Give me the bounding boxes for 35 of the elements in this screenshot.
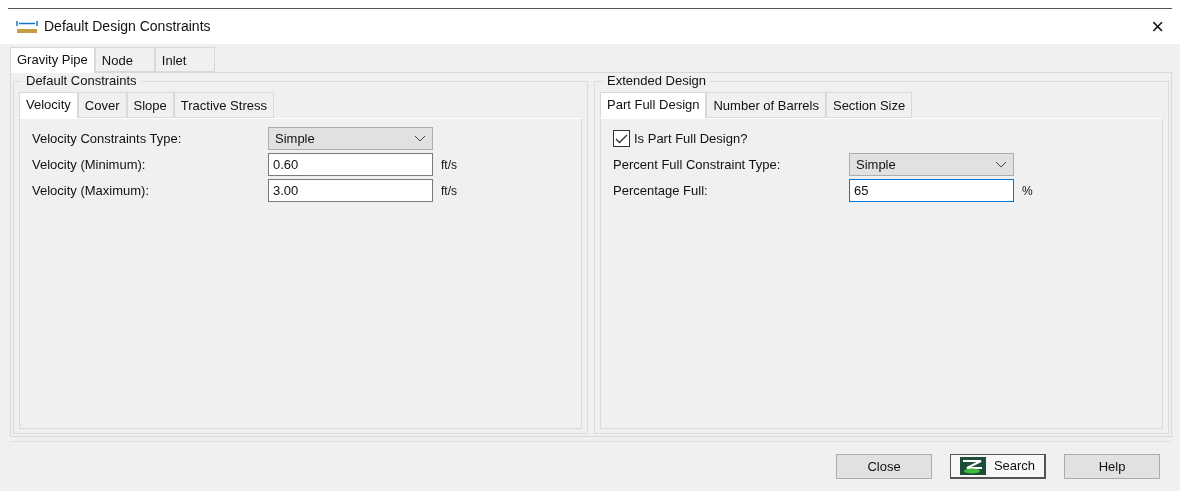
field-label: Velocity (Maximum): (32, 181, 151, 200)
dropdown[interactable]: Simple (849, 153, 1014, 176)
input-field[interactable]: 3.00 (268, 179, 433, 202)
ruler-icon (16, 19, 38, 34)
tab[interactable]: Tractive Stress (173, 92, 274, 118)
tab[interactable]: Number of Barrels (706, 92, 826, 118)
tab[interactable]: Inlet (154, 46, 215, 72)
dialog-button[interactable]: Close (836, 454, 932, 479)
chevron-down-icon (995, 161, 1007, 168)
search-button[interactable]: Search (950, 454, 1046, 479)
field-label: Percent Full Constraint Type: (613, 155, 782, 174)
dropdown[interactable]: Simple (268, 127, 433, 150)
unit-label: % (1022, 182, 1033, 200)
chevron-down-icon (414, 135, 426, 142)
group-title: Extended Design (603, 73, 710, 89)
tab[interactable]: Cover (77, 92, 127, 118)
tab[interactable]: Gravity Pipe (10, 46, 95, 73)
field-label: Velocity (Minimum): (32, 155, 147, 174)
unit-label: ft/s (441, 156, 457, 174)
field-label: Velocity Constraints Type: (32, 129, 183, 148)
input-field[interactable]: 0.60 (268, 153, 433, 176)
tab[interactable]: Section Size (825, 92, 913, 118)
input-field[interactable]: 65 (849, 179, 1014, 202)
close-button[interactable]: × (1151, 15, 1164, 38)
checkbox[interactable] (613, 130, 630, 147)
tab[interactable]: Slope (126, 92, 174, 118)
checkbox-label: Is Part Full Design? (634, 129, 748, 148)
unit-label: ft/s (441, 182, 457, 200)
dialog-button[interactable]: Help (1064, 454, 1160, 479)
logo-icon (959, 457, 986, 475)
field-label: Percentage Full: (613, 181, 709, 200)
tab[interactable]: Node (94, 46, 155, 72)
window-title: Default Design Constraints (44, 17, 211, 36)
tab[interactable]: Part Full Design (600, 92, 707, 119)
tab[interactable]: Velocity (19, 92, 78, 119)
